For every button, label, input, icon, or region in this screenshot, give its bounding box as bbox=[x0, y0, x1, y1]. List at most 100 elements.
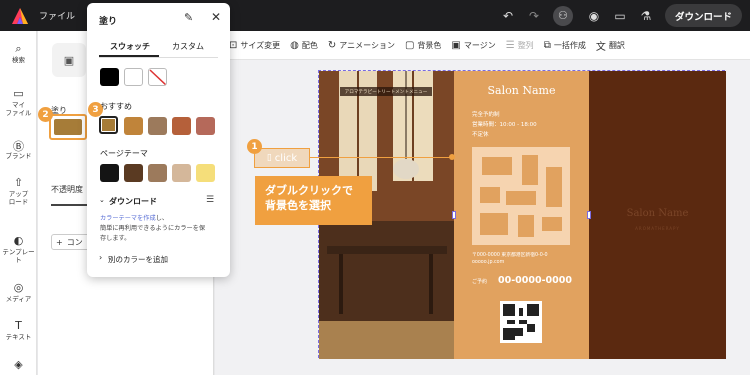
location-icon[interactable]: ◉ bbox=[583, 5, 605, 27]
rail-item-search[interactable]: ⌕ 検索 bbox=[0, 42, 37, 64]
media-icon: ◎ bbox=[13, 281, 24, 294]
phone-prefix: ご予約 bbox=[472, 279, 488, 285]
resize-handle[interactable] bbox=[452, 211, 456, 219]
fill-color-preview bbox=[54, 119, 82, 135]
swatch-recommended[interactable] bbox=[196, 117, 215, 135]
info-line-1: 完全予約制 bbox=[472, 112, 500, 118]
chevron-right-icon[interactable]: › bbox=[99, 253, 102, 262]
bulk-create-tool[interactable]: ⧉ 一括作成 bbox=[544, 40, 586, 51]
background-icon: ▢ bbox=[404, 39, 415, 51]
fill-color-button[interactable] bbox=[49, 114, 87, 140]
swatch-theme[interactable] bbox=[124, 164, 143, 182]
swatch-white[interactable] bbox=[124, 68, 143, 86]
resize-handle[interactable] bbox=[587, 211, 591, 219]
swatch-theme[interactable] bbox=[172, 164, 191, 182]
image-icon: ▣ bbox=[63, 53, 75, 67]
step-badge-3: 3 bbox=[88, 102, 103, 117]
salon-title: Salon Name bbox=[487, 84, 556, 97]
rail-item-more[interactable]: ◈ bbox=[0, 358, 37, 372]
background-color-tool[interactable]: ▢ 背景色 bbox=[405, 40, 441, 51]
background-thumbnail[interactable]: ▣ bbox=[52, 43, 86, 77]
bulk-create-icon: ⧉ bbox=[543, 39, 551, 51]
helper-text: カラーテーマを作成し、 簡単に再利用できるようにカラーを保 存します。 bbox=[100, 215, 206, 242]
brown-panel[interactable]: Salon Name AROMATHERAPY bbox=[589, 71, 726, 359]
swatch-theme[interactable] bbox=[196, 164, 215, 182]
animation-icon: ↻ bbox=[327, 39, 337, 51]
upload-icon: ⇧ bbox=[13, 176, 24, 189]
swatch-none[interactable] bbox=[148, 68, 167, 86]
tab-swatch[interactable]: スウォッチ bbox=[110, 41, 150, 52]
file-menu[interactable]: ファイル bbox=[39, 9, 75, 22]
lab-icon[interactable]: ⚗ bbox=[635, 5, 657, 27]
rail-item-text[interactable]: T テキスト bbox=[0, 319, 37, 341]
chevron-down-icon[interactable]: ⌄ bbox=[99, 196, 105, 204]
align-icon: ☰ bbox=[505, 39, 515, 51]
tab-custom[interactable]: カスタム bbox=[172, 41, 204, 52]
eyedropper-icon[interactable]: ✎ bbox=[184, 11, 193, 24]
app-logo-icon[interactable] bbox=[11, 7, 29, 25]
animation-tool[interactable]: ↻ アニメーション bbox=[328, 40, 395, 51]
fill-popup: 塗り ✎ ✕ スウォッチ カスタム おすすめ ページテーマ ⌄ ダウンロード ☰… bbox=[87, 3, 230, 277]
menu-banner: アロマテラピートリートメントメニュー bbox=[340, 87, 432, 96]
map-graphic bbox=[472, 147, 570, 245]
rail-item-media[interactable]: ◎ メディア bbox=[0, 281, 37, 303]
popup-title: 塗り bbox=[99, 17, 118, 27]
phone-number: 00-0000-0000 bbox=[498, 275, 572, 286]
swatch-black[interactable] bbox=[100, 68, 119, 86]
swatch-recommended-selected[interactable] bbox=[99, 116, 118, 134]
align-tool[interactable]: ☰ 整列 bbox=[506, 40, 534, 51]
orange-panel[interactable]: Salon Name 完全予約制 営業時間：10:00 - 18:00 不定休 … bbox=[454, 71, 589, 359]
download-section-label[interactable]: ダウンロード bbox=[109, 196, 157, 207]
mouse-icon: ▯ bbox=[266, 153, 272, 163]
text-icon: T bbox=[15, 319, 22, 332]
download-button[interactable]: ダウンロード bbox=[664, 4, 742, 27]
palette-icon: ◍ bbox=[290, 39, 299, 51]
context-toolbar: ⊡ サイズ変更 ◍ 配色 ↻ アニメーション ▢ 背景色 ▣ マージン ☰ 整列 ⧉ 一括作成… bbox=[215, 31, 750, 60]
qr-code bbox=[500, 301, 542, 343]
close-icon[interactable]: ✕ bbox=[211, 10, 221, 24]
brand-icon: Ⓑ bbox=[13, 140, 24, 153]
annotation-line bbox=[310, 157, 453, 158]
address-line-2: ooooo.jp.com bbox=[472, 260, 505, 265]
info-line-2: 営業時間：10:00 - 18:00 bbox=[472, 122, 537, 128]
redo-icon[interactable]: ↷ bbox=[523, 5, 545, 27]
undo-icon[interactable]: ↶ bbox=[497, 5, 519, 27]
create-theme-link[interactable]: カラーテーマを作成 bbox=[100, 215, 156, 222]
swatch-theme[interactable] bbox=[148, 164, 167, 182]
tab-divider bbox=[99, 57, 218, 58]
add-color-button[interactable]: 別のカラーを追加 bbox=[108, 254, 168, 265]
page-theme-label: ページテーマ bbox=[100, 149, 148, 158]
rail-item-templates[interactable]: ◐ テンプレート bbox=[0, 234, 37, 264]
opacity-label: 不透明度 bbox=[51, 185, 83, 194]
account-icon[interactable]: ⚇ bbox=[552, 5, 573, 26]
rail-item-upload[interactable]: ⇧ アップ ロード bbox=[0, 176, 37, 206]
resize-tool[interactable]: ⊡ サイズ変更 bbox=[229, 40, 280, 51]
info-line-3: 不定休 bbox=[472, 132, 489, 138]
template-icon: ◐ bbox=[13, 234, 24, 247]
resize-icon: ⊡ bbox=[229, 39, 238, 51]
opacity-slider[interactable] bbox=[51, 204, 87, 206]
margin-tool[interactable]: ▣ マージン bbox=[451, 40, 495, 51]
shapes-icon: ◈ bbox=[14, 358, 23, 371]
back-subtitle: AROMATHERAPY bbox=[635, 226, 680, 231]
color-scheme-tool[interactable]: ◍ 配色 bbox=[290, 40, 318, 51]
brochure-design[interactable]: アロマテラピートリートメントメニュー Salon Name 完全予約制 営業時間… bbox=[318, 70, 726, 359]
address-line-1: 〒000-0000 東京都港区新宿0-0-0 bbox=[472, 253, 548, 258]
rail-item-brand[interactable]: Ⓑ ブランド bbox=[0, 138, 37, 160]
click-indicator: ▯ click bbox=[254, 148, 310, 168]
filter-settings-icon[interactable]: ☰ bbox=[206, 195, 214, 205]
add-content-button[interactable]: + コン bbox=[51, 234, 91, 250]
comment-icon[interactable]: ▭ bbox=[609, 5, 631, 27]
back-salon-title: Salon Name bbox=[626, 208, 689, 219]
folder-icon: ▭ bbox=[13, 87, 24, 100]
rail-item-my-files[interactable]: ▭ マイ ファイル bbox=[0, 87, 37, 117]
translate-icon: 文 bbox=[595, 41, 606, 53]
margin-icon: ▣ bbox=[451, 39, 461, 51]
recommended-label: おすすめ bbox=[100, 102, 132, 111]
search-icon: ⌕ bbox=[15, 42, 22, 55]
swatch-theme[interactable] bbox=[100, 164, 119, 182]
swatch-recommended[interactable] bbox=[172, 117, 191, 135]
swatch-recommended[interactable] bbox=[124, 117, 143, 135]
translate-tool[interactable]: 文翻訳 bbox=[596, 38, 625, 53]
swatch-recommended[interactable] bbox=[148, 117, 167, 135]
